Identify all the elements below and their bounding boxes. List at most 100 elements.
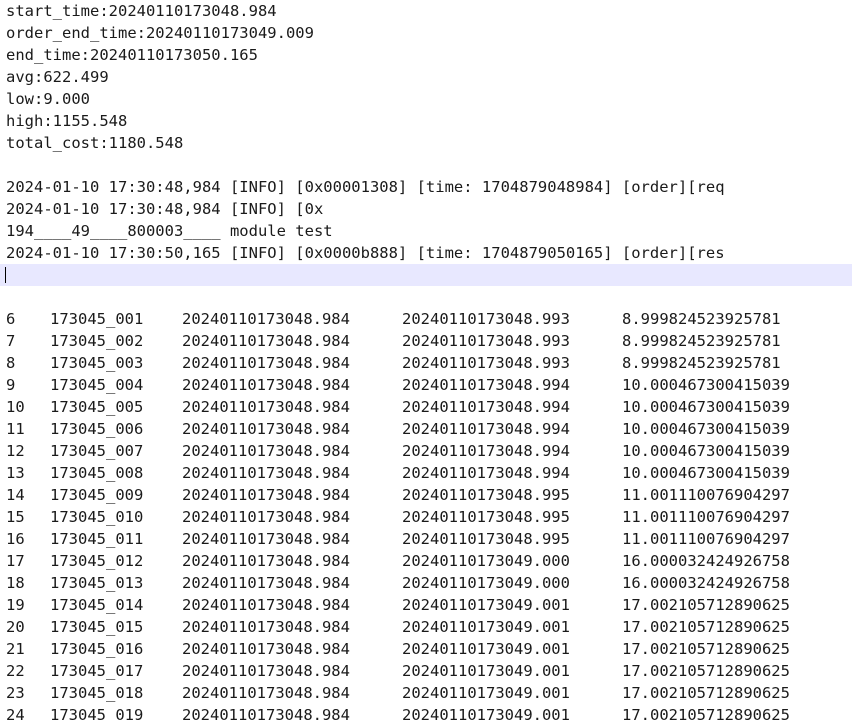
table-cell: 20240110173048.984 xyxy=(182,618,350,636)
table-cell: 22 xyxy=(6,662,25,680)
table-cell: 17.002105712890625 xyxy=(622,684,790,702)
table-cell: 20240110173048.995 xyxy=(402,508,570,526)
log-line: 194____49____800003____ module test xyxy=(6,222,333,240)
table-cell: 24 xyxy=(6,706,25,720)
table-cell: 13 xyxy=(6,464,25,482)
table-cell: 173045_009 xyxy=(50,486,144,504)
current-line[interactable] xyxy=(0,264,852,286)
table-cell: 8 xyxy=(6,354,16,372)
table-cell: 173045_011 xyxy=(50,530,144,548)
table-cell: 15 xyxy=(6,508,25,526)
data-table: 6 173045_001 20240110173048.984 20240110173… xyxy=(0,308,852,720)
table-row: 6 173045_001 20240110173048.984 20240110173… xyxy=(0,308,852,330)
table-cell: 173045_019 xyxy=(50,706,144,720)
table-cell: 173045_008 xyxy=(50,464,144,482)
table-cell: 17.002105712890625 xyxy=(622,618,790,636)
table-cell: 10.000467300415039 xyxy=(622,376,790,394)
table-cell: 173045_002 xyxy=(50,332,144,350)
table-cell: 173045_010 xyxy=(50,508,144,526)
table-cell: 20240110173048.984 xyxy=(182,442,350,460)
summary-line: total_cost:1180.548 xyxy=(6,134,184,152)
table-cell: 11.001110076904297 xyxy=(622,508,790,526)
table-cell: 20240110173048.984 xyxy=(182,398,350,416)
table-cell: 173045_001 xyxy=(50,310,144,328)
table-cell: 173045_012 xyxy=(50,552,144,570)
table-cell: 20240110173048.994 xyxy=(402,442,570,460)
table-row: 19 173045_014 20240110173048.984 2024011017… xyxy=(0,594,852,616)
table-cell: 10.000467300415039 xyxy=(622,398,790,416)
table-cell: 20240110173048.994 xyxy=(402,464,570,482)
table-cell: 173045_017 xyxy=(50,662,144,680)
table-row: 20 173045_015 20240110173048.984 2024011017… xyxy=(0,616,852,638)
table-row: 11 173045_006 20240110173048.984 2024011017… xyxy=(0,418,852,440)
summary-line: start_time:20240110173048.984 xyxy=(6,2,277,20)
table-cell: 20240110173049.000 xyxy=(402,552,570,570)
table-cell: 20240110173049.001 xyxy=(402,618,570,636)
table-cell: 173045_004 xyxy=(50,376,144,394)
table-cell: 173045_005 xyxy=(50,398,144,416)
table-row: 10 173045_005 20240110173048.984 2024011017… xyxy=(0,396,852,418)
table-cell: 21 xyxy=(6,640,25,658)
table-cell: 10.000467300415039 xyxy=(622,420,790,438)
table-cell: 20240110173048.995 xyxy=(402,486,570,504)
table-row: 8 173045_003 20240110173048.984 20240110173… xyxy=(0,352,852,374)
table-cell: 20240110173048.984 xyxy=(182,684,350,702)
table-cell: 17 xyxy=(6,552,25,570)
table-cell: 173045_013 xyxy=(50,574,144,592)
table-cell: 20240110173048.984 xyxy=(182,486,350,504)
table-cell: 17.002105712890625 xyxy=(622,662,790,680)
table-row: 9 173045_004 20240110173048.984 20240110173… xyxy=(0,374,852,396)
table-cell: 17.002105712890625 xyxy=(622,640,790,658)
table-cell: 11.001110076904297 xyxy=(622,486,790,504)
table-cell: 20240110173048.984 xyxy=(182,420,350,438)
log-line: 2024-01-10 17:30:50,165 [INFO] [0x0000b8… xyxy=(6,244,725,262)
table-cell: 20240110173048.984 xyxy=(182,552,350,570)
table-row: 13 173045_008 20240110173048.984 2024011017… xyxy=(0,462,852,484)
table-cell: 11 xyxy=(6,420,25,438)
table-cell: 20240110173048.994 xyxy=(402,376,570,394)
table-cell: 173045_007 xyxy=(50,442,144,460)
summary-line: avg:622.499 xyxy=(6,68,109,86)
table-cell: 20240110173048.993 xyxy=(402,310,570,328)
table-cell: 173045_018 xyxy=(50,684,144,702)
summary-line: low:9.000 xyxy=(6,90,90,108)
table-row: 21 173045_016 20240110173048.984 2024011017… xyxy=(0,638,852,660)
table-cell: 20240110173048.994 xyxy=(402,420,570,438)
table-cell: 16.000032424926758 xyxy=(622,574,790,592)
table-cell: 20240110173048.984 xyxy=(182,662,350,680)
table-row: 12 173045_007 20240110173048.984 2024011017… xyxy=(0,440,852,462)
table-cell: 20240110173048.984 xyxy=(182,706,350,720)
table-cell: 20240110173049.001 xyxy=(402,640,570,658)
table-cell: 10 xyxy=(6,398,25,416)
empty-line xyxy=(0,154,852,176)
table-cell: 20 xyxy=(6,618,25,636)
text-editor[interactable]: start_time:20240110173048.984 order_end_… xyxy=(0,0,852,720)
table-cell: 20240110173049.001 xyxy=(402,596,570,614)
table-cell: 20240110173049.001 xyxy=(402,662,570,680)
table-cell: 17.002105712890625 xyxy=(622,706,790,720)
table-cell: 18 xyxy=(6,574,25,592)
table-cell: 23 xyxy=(6,684,25,702)
text-caret xyxy=(5,267,6,283)
table-cell: 20240110173048.994 xyxy=(402,398,570,416)
table-cell: 20240110173049.001 xyxy=(402,684,570,702)
table-cell: 8.999824523925781 xyxy=(622,310,781,328)
table-cell: 7 xyxy=(6,332,16,350)
table-cell: 11.001110076904297 xyxy=(622,530,790,548)
table-cell: 20240110173049.000 xyxy=(402,574,570,592)
table-row: 24 173045_019 20240110173048.984 2024011017… xyxy=(0,704,852,720)
table-row: 18 173045_013 20240110173048.984 2024011017… xyxy=(0,572,852,594)
summary-line: order_end_time:20240110173049.009 xyxy=(6,24,314,42)
table-cell: 20240110173048.995 xyxy=(402,530,570,548)
table-row: 14 173045_009 20240110173048.984 2024011017… xyxy=(0,484,852,506)
table-cell: 20240110173048.984 xyxy=(182,354,350,372)
log-line: 2024-01-10 17:30:48,984 [INFO] [0x000013… xyxy=(6,178,725,196)
table-cell: 20240110173048.984 xyxy=(182,332,350,350)
table-cell: 20240110173048.984 xyxy=(182,310,350,328)
table-cell: 10.000467300415039 xyxy=(622,442,790,460)
table-cell: 14 xyxy=(6,486,25,504)
table-cell: 16.000032424926758 xyxy=(622,552,790,570)
table-cell: 8.999824523925781 xyxy=(622,354,781,372)
table-row: 16 173045_011 20240110173048.984 2024011017… xyxy=(0,528,852,550)
table-cell: 9 xyxy=(6,376,16,394)
